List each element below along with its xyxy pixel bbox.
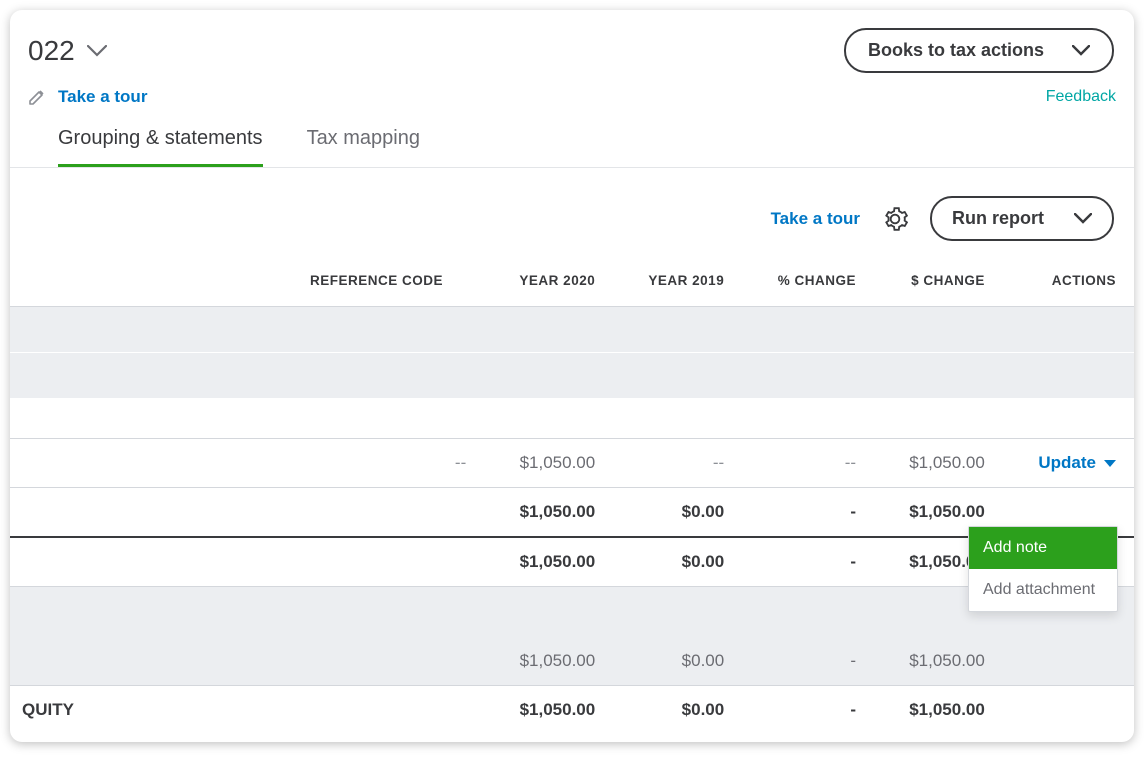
take-tour-link[interactable]: Take a tour	[28, 87, 147, 107]
take-tour-label: Take a tour	[58, 87, 147, 107]
spacer-row	[10, 353, 1134, 399]
tabs: Grouping & statements Tax mapping	[10, 107, 1134, 168]
take-tour-link-secondary[interactable]: Take a tour	[771, 209, 860, 229]
update-label: Update	[1038, 453, 1096, 473]
books-to-tax-label: Books to tax actions	[868, 40, 1044, 61]
tab-grouping-statements[interactable]: Grouping & statements	[58, 127, 263, 167]
col-reference-code: REFERENCE CODE	[310, 259, 484, 307]
feedback-link[interactable]: Feedback	[1046, 88, 1116, 106]
col-dollar-change: $ CHANGE	[874, 259, 1003, 307]
caret-down-icon	[1104, 460, 1116, 467]
cell-pct: -	[742, 637, 874, 686]
cell-ref: --	[310, 439, 484, 488]
cell-dollar: $1,050.00	[874, 637, 1003, 686]
table-row: QUITY $1,050.00 $0.00 - $1,050.00	[10, 685, 1134, 734]
year-selector[interactable]: 022	[28, 35, 107, 67]
cell-y2019: $0.00	[613, 685, 742, 734]
table-row: $1,050.00 $0.00 - $1,050.00	[10, 537, 1134, 587]
spacer-row	[10, 307, 1134, 353]
table-row: -- $1,050.00 -- -- $1,050.00 Update	[10, 439, 1134, 488]
run-report-label: Run report	[952, 208, 1044, 229]
cell-y2019: --	[613, 439, 742, 488]
chevron-down-icon	[1072, 45, 1090, 56]
cell-y2020: $1,050.00	[484, 439, 613, 488]
cell-pct: -	[742, 685, 874, 734]
actions-dropdown-menu: Add note Add attachment	[968, 526, 1118, 612]
spacer-row	[10, 587, 1134, 637]
books-to-tax-actions-button[interactable]: Books to tax actions	[844, 28, 1114, 73]
row-label: QUITY	[10, 685, 310, 734]
cell-y2020: $1,050.00	[484, 537, 613, 587]
cell-y2019: $0.00	[613, 488, 742, 538]
cell-pct: --	[742, 439, 874, 488]
cell-y2019: $0.00	[613, 637, 742, 686]
year-value: 022	[28, 35, 75, 67]
col-year-2019: YEAR 2019	[613, 259, 742, 307]
col-year-2020: YEAR 2020	[484, 259, 613, 307]
cell-y2019: $0.00	[613, 537, 742, 587]
run-report-button[interactable]: Run report	[930, 196, 1114, 241]
financial-table: REFERENCE CODE YEAR 2020 YEAR 2019 % CHA…	[10, 259, 1134, 734]
cell-y2020: $1,050.00	[484, 685, 613, 734]
update-action[interactable]: Update	[1038, 453, 1116, 473]
cell-dollar: $1,050.00	[874, 685, 1003, 734]
chevron-down-icon	[1074, 213, 1092, 224]
cell-pct: -	[742, 488, 874, 538]
table-row: $1,050.00 $0.00 - $1,050.00	[10, 637, 1134, 686]
dropdown-add-note[interactable]: Add note	[969, 527, 1117, 569]
cell-y2020: $1,050.00	[484, 488, 613, 538]
chevron-down-icon	[87, 45, 107, 57]
cell-y2020: $1,050.00	[484, 637, 613, 686]
pencil-icon	[28, 88, 46, 106]
table-row: $1,050.00 $0.00 - $1,050.00	[10, 488, 1134, 538]
cell-pct: -	[742, 537, 874, 587]
gear-icon[interactable]	[882, 206, 908, 232]
col-pct-change: % CHANGE	[742, 259, 874, 307]
tab-tax-mapping[interactable]: Tax mapping	[307, 127, 420, 167]
cell-dollar: $1,050.00	[874, 439, 1003, 488]
dropdown-add-attachment[interactable]: Add attachment	[969, 569, 1117, 611]
col-actions: ACTIONS	[1003, 259, 1134, 307]
spacer-row	[10, 399, 1134, 439]
